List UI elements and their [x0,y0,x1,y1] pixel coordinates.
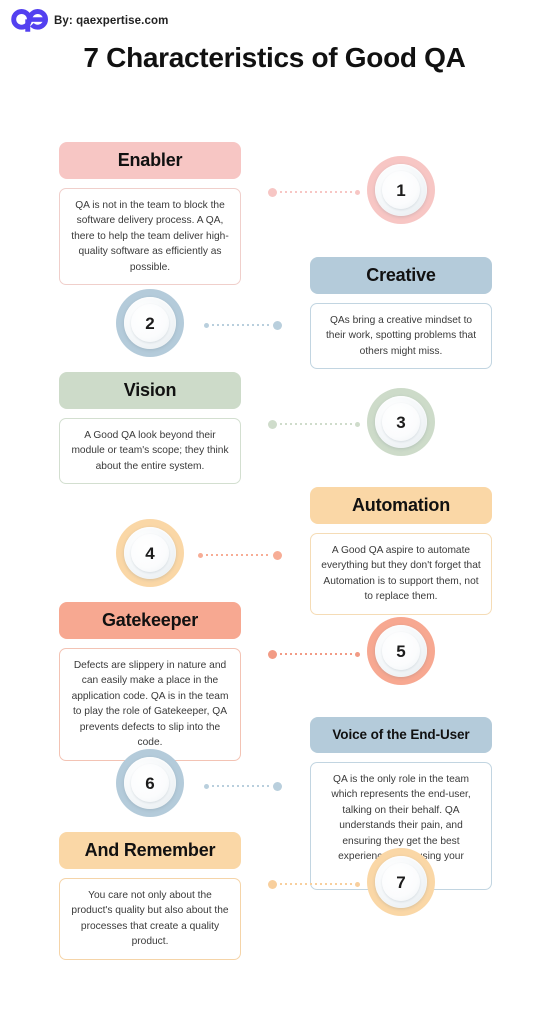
qe-logo-icon [11,9,48,32]
connector-dot-start [204,322,209,328]
medallion-core: 6 [131,764,169,802]
connector-dot-end [273,781,282,791]
medallion-core: 2 [131,304,169,342]
connector-dot-end [355,421,360,427]
characteristic-block: And Remember You care not only about the … [59,832,241,960]
medallion-inner-ring: 7 [375,856,427,908]
connector-dashes [212,324,270,326]
connector-dot-end [273,320,282,330]
characteristic-description: A Good QA look beyond their module or te… [59,417,241,485]
characteristic-block: Vision A Good QA look beyond their module… [59,372,241,485]
medallion-inner-ring: 4 [124,527,176,579]
medallion-inner-ring: 6 [124,757,176,809]
connector-line [268,648,360,660]
step-number: 3 [396,412,406,432]
medallion-core: 3 [382,403,420,441]
step-number: 2 [145,313,155,333]
step-number: 1 [396,180,406,200]
connector-dashes [280,423,352,425]
connector-line [198,549,282,561]
connector-dot-end [355,881,360,887]
step-number: 6 [145,773,155,793]
step-medallion: 7 [367,848,435,916]
characteristic-title: Gatekeeper [59,602,241,639]
medallion-inner-ring: 3 [375,396,427,448]
characteristic-title: Enabler [59,142,241,179]
connector-line [204,319,282,331]
connector-dashes [212,785,270,787]
connector-dot-start [268,649,277,659]
characteristic-description: Defects are slippery in nature and can e… [59,647,241,761]
medallion-core: 4 [131,534,169,572]
connector-dot-start [268,419,277,429]
connector-dot-start [268,879,277,889]
step-medallion: 4 [116,519,184,587]
medallion-inner-ring: 5 [375,625,427,677]
connector-dot-start [198,552,203,558]
characteristic-block: Gatekeeper Defects are slippery in nature… [59,602,241,761]
connector-dashes [206,554,270,556]
characteristic-block: Automation A Good QA aspire to automate e… [310,487,492,615]
medallion-core: 1 [382,171,420,209]
medallion-inner-ring: 2 [124,297,176,349]
characteristic-title: Automation [310,487,492,524]
connector-dot-start [268,187,277,197]
characteristic-description: A Good QA aspire to automate everything … [310,532,492,615]
step-number: 7 [396,872,406,892]
connector-dot-end [273,550,282,560]
connector-dashes [280,883,352,885]
characteristic-title: And Remember [59,832,241,869]
connector-dashes [280,653,352,655]
connector-line [268,878,360,890]
step-medallion: 6 [116,749,184,817]
step-number: 4 [145,543,155,563]
connector-dot-start [204,783,209,789]
medallion-inner-ring: 1 [375,164,427,216]
characteristic-title: Voice of the End-User [310,717,492,753]
connector-dashes [280,191,352,193]
medallion-core: 5 [382,632,420,670]
brand-bar: By: qaexpertise.com [10,6,168,36]
step-medallion: 1 [367,156,435,224]
characteristic-title: Creative [310,257,492,294]
page-title: 7 Characteristics of Good QA [83,42,466,73]
characteristic-description: You care not only about the product's qu… [59,877,241,960]
connector-line [268,186,360,198]
connector-dot-end [355,651,360,657]
step-medallion: 5 [367,617,435,685]
characteristic-description: QA is not in the team to block the softw… [59,187,241,286]
step-number: 5 [396,641,406,661]
connector-line [268,418,360,430]
characteristic-description: QAs bring a creative mindset to their wo… [310,302,492,370]
characteristic-title: Vision [59,372,241,409]
characteristic-block: Creative QAs bring a creative mindset to … [310,257,492,370]
step-medallion: 2 [116,289,184,357]
characteristic-block: Enabler QA is not in the team to block th… [59,142,241,286]
medallion-core: 7 [382,863,420,901]
step-medallion: 3 [367,388,435,456]
connector-dot-end [355,189,360,195]
connector-line [204,780,282,792]
brand-credit-text: By: qaexpertise.com [54,15,169,27]
